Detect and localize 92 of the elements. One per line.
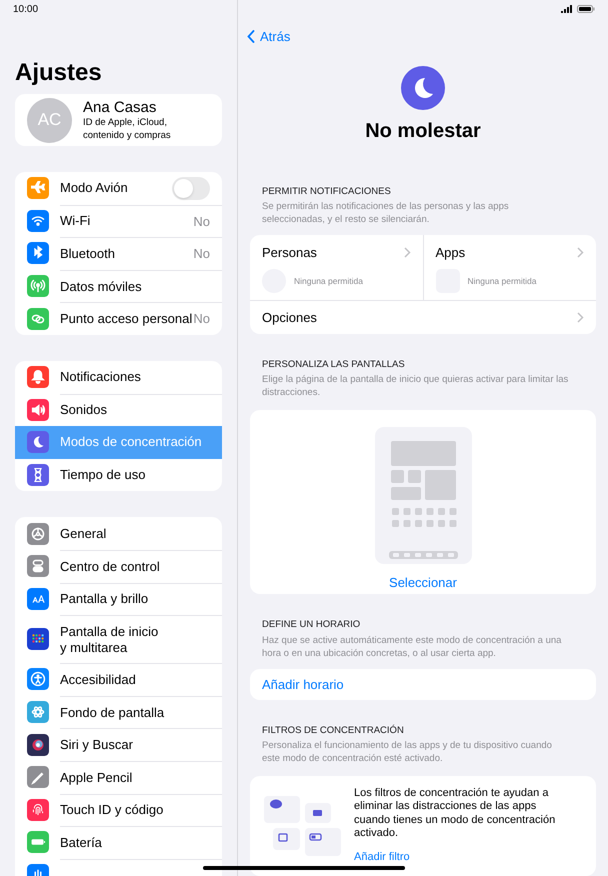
- orb-icon: [27, 734, 49, 756]
- accessibility-icon: [27, 668, 49, 690]
- row-label: Accesibilidad: [60, 672, 136, 688]
- antenna-icon: [27, 275, 49, 298]
- moon-icon: [401, 66, 445, 110]
- section-header: PERSONALIZA LAS PANTALLAS: [262, 358, 406, 372]
- settings-row[interactable]: Touch ID y código: [15, 794, 222, 826]
- settings-row[interactable]: Centro de control: [15, 550, 222, 583]
- settings-row[interactable]: Pantalla y brillo: [15, 582, 222, 616]
- settings-row[interactable]: Punto acceso personal No: [15, 302, 222, 335]
- row-label: Notificaciones: [60, 369, 141, 386]
- option-status: Ninguna permitida: [468, 274, 536, 288]
- row-label: Modo Avión: [60, 180, 128, 196]
- signal-icon: [561, 5, 573, 13]
- toggle-switch[interactable]: [172, 176, 210, 200]
- fingerprint-icon: [27, 798, 49, 821]
- filters-description: Los filtros de concentración te ayudan a eliminar las distracciones de las apps cuando tienes un modo de concentración activado.: [354, 786, 556, 841]
- section-header: FILTROS DE CONCENTRACIÓN: [262, 724, 405, 738]
- pencil-icon: [27, 766, 49, 788]
- hourglass-icon: [27, 464, 49, 486]
- option-status: Ninguna permitida: [294, 274, 363, 288]
- bell-icon: [27, 366, 49, 388]
- profile-card[interactable]: AC Ana Casas ID de Apple, iCloud, contenido y compras: [15, 94, 222, 146]
- option-label: Apps: [436, 244, 466, 262]
- settings-row[interactable]: Pantalla de inicio y multitarea: [15, 615, 222, 664]
- chevron-icon: [404, 247, 410, 258]
- switches-icon: [27, 555, 49, 578]
- row-label: General: [60, 526, 106, 542]
- allow-option[interactable]: Personas Ninguna permitida: [250, 234, 422, 300]
- row-label: Touch ID y código: [60, 802, 164, 818]
- chevron-icon: [577, 312, 584, 323]
- row-label: Bluetooth: [60, 246, 115, 262]
- row-label: Pantalla de inicio y multitarea: [60, 624, 158, 656]
- settings-row[interactable]: Batería: [15, 826, 222, 859]
- status-value: No: [193, 212, 210, 231]
- status-value: No: [193, 245, 210, 264]
- settings-row[interactable]: Tiempo de uso: [15, 458, 222, 492]
- speaker-icon: [27, 398, 49, 421]
- app-grid-icon: [27, 628, 49, 650]
- settings-row[interactable]: Datos móviles: [15, 270, 222, 302]
- section-description: Personaliza el funcionamiento de las apps y de tu dispositivo cuando este modo de concentración esté activado.: [262, 739, 553, 766]
- section-description: Se permitirán las notificaciones de las personas y las apps seleccionadas, y el resto se silenciarán.: [262, 200, 510, 226]
- settings-row[interactable]: Notificaciones: [15, 360, 222, 394]
- row-label: Centro de control: [60, 558, 160, 575]
- row-label: Batería: [60, 834, 102, 851]
- back-button[interactable]: Atrás: [247, 27, 290, 46]
- text-size-icon: [27, 588, 49, 610]
- section-header: PERMITIR NOTIFICACIONES: [262, 184, 392, 198]
- airplane-icon: [27, 177, 49, 200]
- allow-option[interactable]: Apps Ninguna permitida: [422, 234, 596, 300]
- avatar: AC: [27, 98, 72, 142]
- row-label: Wi-Fi: [60, 213, 90, 230]
- settings-row[interactable]: Fondo de pantalla: [15, 696, 222, 728]
- profile-subtitle: ID de Apple, iCloud, contenido y compras: [83, 116, 172, 142]
- row-label: Apple Pencil: [60, 770, 132, 786]
- row-label: Pantalla y brillo: [60, 591, 148, 608]
- page-title: Ajustes: [15, 58, 103, 88]
- add-schedule-button[interactable]: Añadir horario: [262, 674, 344, 694]
- battery-icon: [27, 831, 49, 854]
- section-header: DEFINE UN HORARIO: [262, 618, 362, 632]
- row-label: Tiempo de uso: [60, 467, 146, 484]
- status-time: 10:00: [13, 2, 38, 16]
- options-label: Opciones: [262, 308, 317, 327]
- focus-title: No molestar: [365, 118, 481, 144]
- row-label: Sonidos: [60, 402, 107, 418]
- section-description: Haz que se active automáticamente este modo de concentración a una hora o en una ubicación concretas, o al usar cierta app.: [262, 634, 562, 660]
- moon-icon: [27, 431, 49, 454]
- wifi-icon: [27, 210, 49, 232]
- settings-row[interactable]: General: [15, 517, 222, 550]
- chevron-icon: [577, 247, 584, 258]
- row-label: Datos móviles: [60, 278, 142, 295]
- settings-row[interactable]: Modo Avión: [15, 172, 222, 205]
- row-label: Punto acceso personal: [60, 311, 192, 328]
- bluetooth-icon: [27, 242, 49, 264]
- row-label: Fondo de pantalla: [60, 704, 164, 721]
- battery-icon: [577, 5, 595, 13]
- back-chevron-icon: [247, 30, 255, 44]
- add-filter-button[interactable]: Añadir filtro: [354, 848, 410, 866]
- row-label: Siri y Buscar: [60, 737, 133, 754]
- options-row[interactable]: Opciones: [250, 300, 596, 334]
- settings-row[interactable]: Wi-Fi No: [15, 204, 222, 238]
- row-label: Modos de concentración: [60, 434, 202, 450]
- settings-row[interactable]: Siri y Buscar: [15, 728, 222, 761]
- status-value: No: [193, 310, 210, 328]
- select-button[interactable]: Seleccionar: [389, 573, 457, 592]
- chain-link-icon: [27, 308, 49, 330]
- settings-row[interactable]: Apple Pencil: [15, 760, 222, 794]
- profile-name: Ana Casas: [83, 98, 158, 116]
- settings-row[interactable]: Bluetooth No: [15, 237, 222, 270]
- section-description: Elige la página de la pantalla de inicio que quieras activar para limitar las distracciones.: [262, 373, 570, 399]
- option-label: Personas: [262, 244, 317, 262]
- settings-row[interactable]: Accesibilidad: [15, 663, 222, 696]
